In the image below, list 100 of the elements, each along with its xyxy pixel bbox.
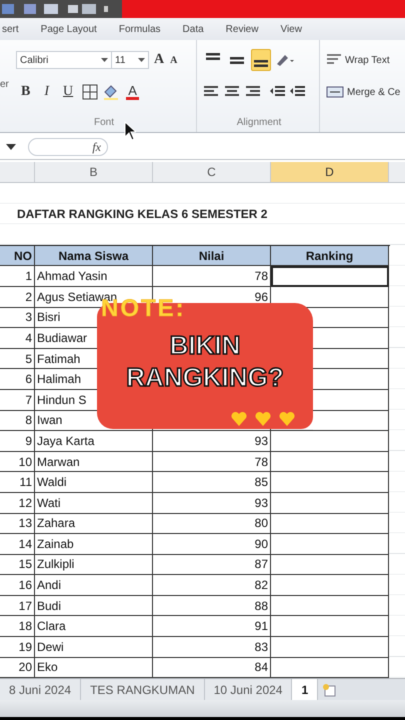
ribbon-tab[interactable]: Data: [182, 24, 204, 34]
column-heading: Ranking: [271, 246, 389, 266]
wrap-text-icon: [326, 53, 342, 67]
table-cell[interactable]: [271, 554, 389, 576]
table-cell: Eko: [35, 658, 153, 678]
table-cell: 19: [0, 637, 35, 658]
merge-center-button[interactable]: Merge & Ce: [326, 86, 400, 98]
table-cell: Dewi: [35, 637, 153, 658]
table-cell: 13: [0, 514, 35, 534]
font-size-dropdown[interactable]: 11: [111, 51, 149, 69]
ribbon-tab[interactable]: Formulas: [118, 24, 161, 34]
underline-button[interactable]: U: [58, 84, 78, 100]
table-cell: 1: [0, 266, 35, 287]
fill-bucket-icon[interactable]: [102, 84, 120, 100]
sheet-tab[interactable]: 1: [292, 679, 318, 700]
table-cell[interactable]: [313, 410, 389, 432]
shrink-font-button[interactable]: A: [169, 54, 178, 66]
table-cell: Marwan: [35, 452, 153, 472]
ribbon-tab[interactable]: sert: [2, 24, 19, 34]
insert-function-button[interactable]: fx: [28, 138, 108, 156]
bold-button[interactable]: B: [16, 84, 36, 100]
table-cell: 78: [153, 452, 271, 472]
group-label: Alignment: [236, 117, 282, 130]
table-cell[interactable]: [271, 514, 389, 534]
table-cell[interactable]: [313, 348, 389, 370]
table-cell[interactable]: [313, 328, 389, 349]
borders-icon[interactable]: [82, 84, 98, 100]
table-cell: 18: [0, 616, 35, 638]
group-label: Font: [94, 117, 114, 130]
sheet-tab[interactable]: 8 Juni 2024: [0, 679, 82, 700]
hearts-drawing: [231, 411, 295, 427]
table-cell: 14: [0, 534, 35, 555]
ribbon-label: er: [0, 78, 9, 90]
table-cell: 82: [153, 575, 271, 596]
table-cell: 16: [0, 575, 35, 596]
font-name-dropdown[interactable]: Calibri: [16, 51, 112, 69]
table-cell: 4: [0, 328, 35, 349]
column-heading: Nilai: [153, 246, 271, 266]
table-cell[interactable]: [271, 616, 389, 638]
align-icon: [254, 60, 268, 67]
table-cell: Zulkipli: [35, 554, 153, 576]
table-cell: 84: [153, 658, 271, 678]
table-cell: Waldi: [35, 472, 153, 493]
table-cell: 15: [0, 554, 35, 576]
table-cell[interactable]: [313, 369, 389, 390]
table-cell[interactable]: [271, 575, 389, 596]
sheet-title: DAFTAR RANGKING KELAS 6 SEMESTER 2: [17, 206, 268, 221]
table-cell: 8: [0, 410, 35, 432]
table-cell: Ahmad Yasin: [35, 266, 153, 287]
table-cell: 88: [153, 596, 271, 616]
table-cell: 83: [153, 637, 271, 658]
table-cell[interactable]: [271, 452, 389, 472]
table-cell: 17: [0, 596, 35, 616]
italic-button[interactable]: I: [39, 84, 54, 100]
table-cell: 3: [0, 308, 35, 328]
ribbon-tab[interactable]: View: [280, 24, 302, 34]
table-cell: Zainab: [35, 534, 153, 555]
table-cell: Zahara: [35, 514, 153, 534]
wrap-text-button[interactable]: Wrap Text: [326, 53, 390, 67]
table-cell[interactable]: [271, 266, 389, 287]
sheet-tab[interactable]: TES RANGKUMAN: [81, 679, 205, 700]
column-header[interactable]: B: [35, 162, 153, 182]
column-heading: NO: [0, 246, 35, 266]
table-cell[interactable]: [271, 431, 389, 452]
table-cell: 9: [0, 431, 35, 452]
sheet-tab[interactable]: 10 Juni 2024: [204, 679, 292, 700]
orientation-icon[interactable]: [275, 52, 295, 68]
table-cell: Clara: [35, 616, 153, 638]
table-cell[interactable]: [271, 472, 389, 493]
column-header[interactable]: D: [271, 162, 389, 182]
align-icon: [230, 56, 244, 64]
ribbon-tab[interactable]: Review: [226, 24, 258, 34]
column-heading: Nama Siswa: [35, 246, 153, 266]
table-cell[interactable]: [271, 658, 389, 678]
grow-font-button[interactable]: A: [153, 52, 166, 68]
align-button[interactable]: [251, 49, 271, 71]
caret-icon: [138, 58, 145, 62]
caret-icon: [101, 58, 108, 62]
table-cell: 5: [0, 348, 35, 370]
table-cell: 6: [0, 369, 35, 390]
align-icon: [206, 53, 220, 60]
table-cell: 78: [153, 266, 271, 287]
new-sheet-icon[interactable]: [321, 682, 338, 697]
table-cell: Wati: [35, 492, 153, 514]
table-cell: 7: [0, 390, 35, 411]
table-cell[interactable]: [271, 596, 389, 616]
merge-cells-icon: [326, 86, 344, 98]
table-cell: Jaya Karta: [35, 431, 153, 452]
table-cell[interactable]: [271, 492, 389, 514]
table-cell: 90: [153, 534, 271, 555]
ribbon-tab[interactable]: Page Layout: [40, 24, 97, 34]
table-cell[interactable]: [271, 534, 389, 555]
table-cell[interactable]: [313, 390, 389, 411]
font-color-button[interactable]: A: [124, 84, 142, 100]
table-cell[interactable]: [313, 308, 389, 328]
table-cell: 10: [0, 452, 35, 472]
table-cell: 85: [153, 472, 271, 493]
quick-access-icons-drawing[interactable]: [0, 2, 110, 16]
table-cell[interactable]: [271, 637, 389, 658]
table-cell: Budi: [35, 596, 153, 616]
